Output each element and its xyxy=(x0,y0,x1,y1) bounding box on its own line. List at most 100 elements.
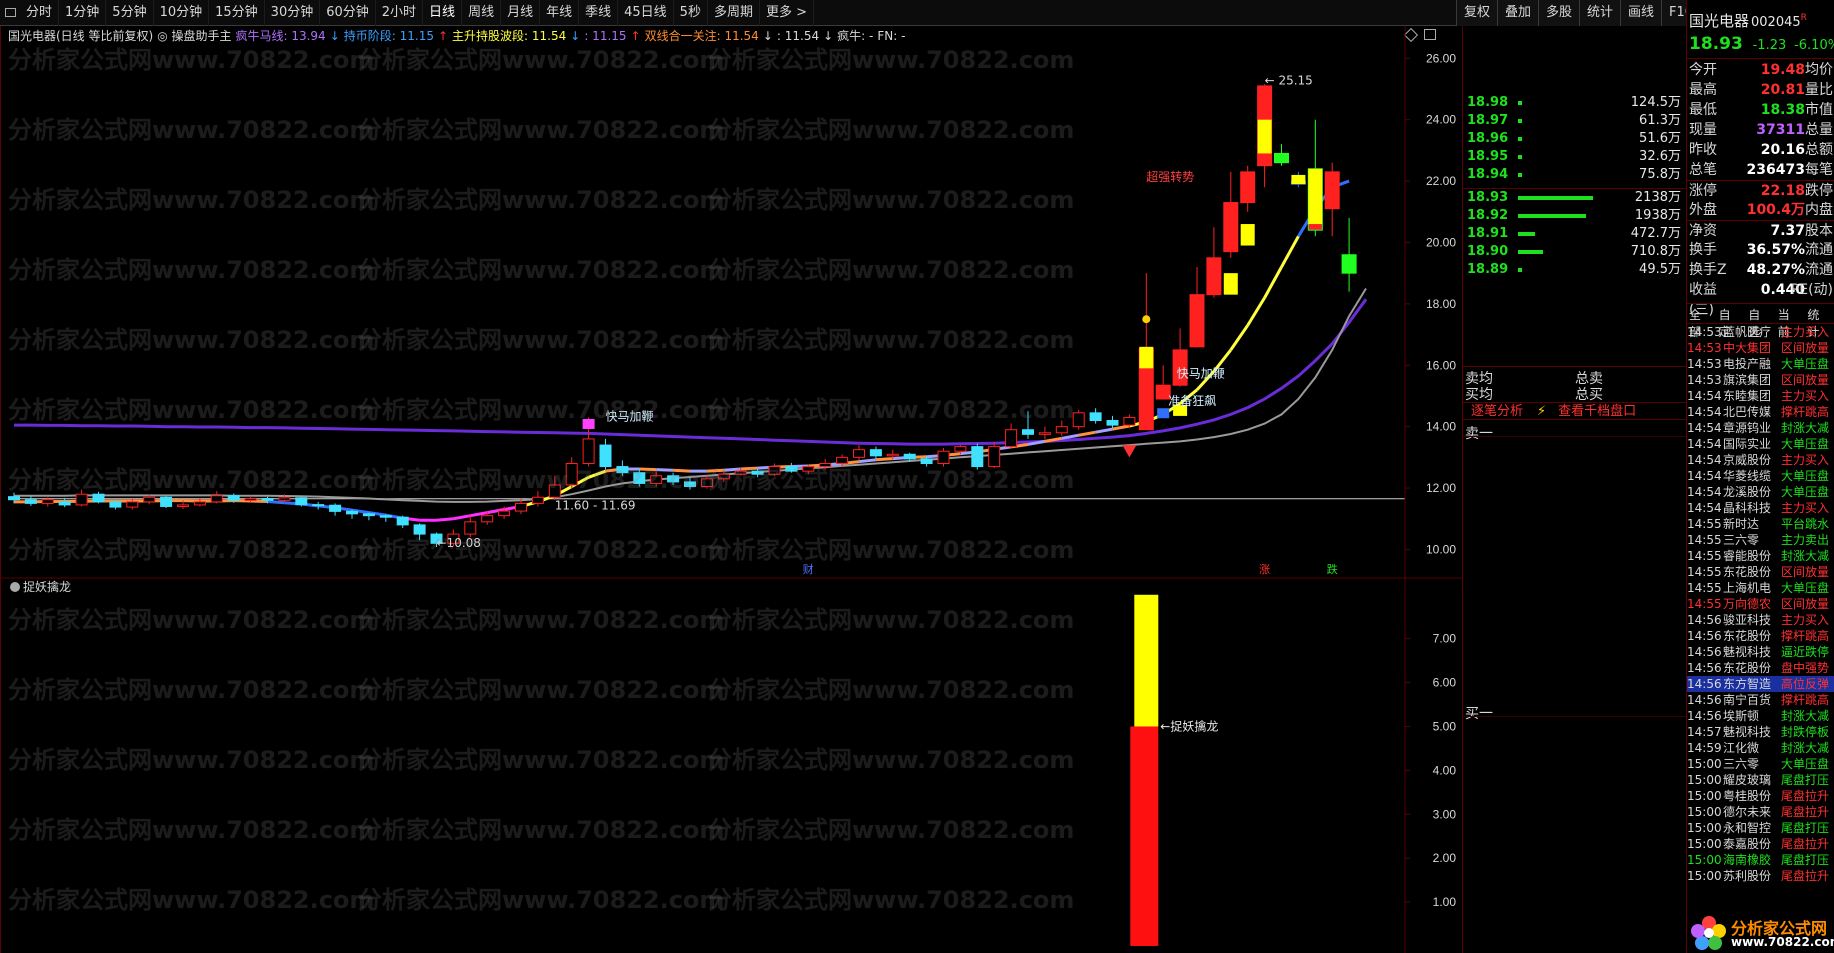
period-tab[interactable]: 45日线 xyxy=(618,0,674,26)
candle[interactable] xyxy=(312,501,325,510)
candle[interactable] xyxy=(1089,408,1102,424)
candle[interactable] xyxy=(1106,415,1119,429)
orderbook-row[interactable]: 18.91 472.7万 xyxy=(1463,225,1687,243)
orderbook-row[interactable]: 18.94 75.8万 xyxy=(1463,166,1687,184)
candle[interactable] xyxy=(1324,162,1340,237)
candle[interactable] xyxy=(362,512,375,521)
period-tab[interactable]: 10分钟 xyxy=(154,0,210,26)
candle[interactable] xyxy=(1072,409,1085,430)
feed-row[interactable]: 14:54 晶科科技 主力买入 xyxy=(1687,500,1834,516)
feed-row[interactable]: 15:00 耀皮玻璃 尾盘打压 xyxy=(1687,772,1834,788)
candle[interactable] xyxy=(329,503,342,516)
feed-row[interactable]: 14:59 江化微 封涨大减 xyxy=(1687,740,1834,756)
sub-chart-title[interactable]: 捉妖擒龙 xyxy=(10,578,71,595)
feed-row[interactable]: 14:57 魅视科技 封跌停板 xyxy=(1687,724,1834,740)
candle[interactable] xyxy=(1341,217,1357,292)
candle[interactable] xyxy=(988,442,1001,469)
feed-row[interactable]: 14:54 龙溪股份 大单压盘 xyxy=(1687,484,1834,500)
feed-row[interactable]: 14:55 三六零 主力卖出 xyxy=(1687,532,1834,548)
period-tab[interactable]: 30分钟 xyxy=(265,0,321,26)
feed-row[interactable]: 14:54 国际实业 大单压盘 xyxy=(1687,436,1834,452)
feed-row[interactable]: 14:55 新时达 平台跳水 xyxy=(1687,516,1834,532)
candle[interactable] xyxy=(160,496,173,508)
feed-row[interactable]: 14:55 东花股份 区间放量 xyxy=(1687,564,1834,580)
feed-row[interactable]: 15:00 泰嘉股份 尾盘拉升 xyxy=(1687,836,1834,852)
period-tab[interactable]: 月线 xyxy=(501,0,541,26)
period-tab[interactable]: 更多 > xyxy=(760,0,814,26)
tool-button[interactable]: 复权 xyxy=(1455,0,1497,26)
period-tab[interactable]: 5分钟 xyxy=(106,0,154,26)
feed-row[interactable]: 14:53 蓝帆医疗 主力买入 xyxy=(1687,324,1834,340)
feed-row[interactable]: 14:54 北巴传媒 撑杆跳高 xyxy=(1687,404,1834,420)
candle[interactable] xyxy=(1005,423,1018,449)
feed-row[interactable]: 15:00 海南橡胶 尾盘打压 xyxy=(1687,852,1834,868)
candle[interactable] xyxy=(24,495,37,506)
feed-row[interactable]: 15:00 德尔未来 尾盘拉升 xyxy=(1687,804,1834,820)
candle[interactable] xyxy=(1223,171,1239,258)
orderbook-row[interactable]: 18.98 124.5万 xyxy=(1463,94,1687,112)
period-tab[interactable]: 多周期 xyxy=(708,0,760,26)
feed-row[interactable]: 14:56 东花股份 盘中强势 xyxy=(1687,660,1834,676)
candle[interactable] xyxy=(396,515,409,528)
candle[interactable] xyxy=(1206,227,1222,298)
feed-row[interactable]: 15:00 粤桂股份 尾盘拉升 xyxy=(1687,788,1834,804)
feed-row[interactable]: 14:54 华菱线缆 大单压盘 xyxy=(1687,468,1834,484)
feed-row[interactable]: 14:56 东花股份 撑杆跳高 xyxy=(1687,628,1834,644)
period-tab[interactable]: 年线 xyxy=(540,0,580,26)
candle[interactable] xyxy=(464,515,477,538)
orderbook-row[interactable]: 18.89 49.5万 xyxy=(1463,261,1687,279)
candle[interactable] xyxy=(937,448,950,467)
orderbook-row[interactable]: 18.95 32.6万 xyxy=(1463,148,1687,166)
period-tab[interactable]: 1分钟 xyxy=(59,0,107,26)
window-icon[interactable] xyxy=(0,0,20,26)
collapse-circle-icon[interactable] xyxy=(10,582,20,592)
feed-row[interactable]: 14:54 东睦集团 主力买入 xyxy=(1687,388,1834,404)
candle[interactable] xyxy=(1038,426,1051,439)
orderbook-row[interactable]: 18.97 61.3万 xyxy=(1463,112,1687,130)
tool-button[interactable]: 统计 xyxy=(1579,0,1621,26)
tab-depth[interactable]: 查看千档盘口 xyxy=(1558,403,1636,419)
candle[interactable] xyxy=(869,446,882,459)
feed-row[interactable]: 14:56 东方智造 高位反弹 xyxy=(1687,676,1834,692)
feed-row[interactable]: 14:56 埃斯顿 封涨大减 xyxy=(1687,708,1834,724)
orderbook-row[interactable]: 18.96 51.6万 xyxy=(1463,130,1687,148)
feed-row[interactable]: 14:56 南宁百货 撑杆跳高 xyxy=(1687,692,1834,708)
period-tab[interactable]: 15分钟 xyxy=(209,0,265,26)
feed-row[interactable]: 14:53 旗滨集团 区间放量 xyxy=(1687,372,1834,388)
feed-row[interactable]: 14:54 京威股份 主力买入 xyxy=(1687,452,1834,468)
orderbook-row[interactable]: 18.92 1938万 xyxy=(1463,207,1687,225)
orderbook-row[interactable]: 18.93 2138万 xyxy=(1463,189,1687,207)
feed-row[interactable]: 14:54 章源钨业 封涨大减 xyxy=(1687,420,1834,436)
period-tab[interactable]: 2小时 xyxy=(376,0,424,26)
orderbook-row[interactable]: 18.90 710.8万 xyxy=(1463,243,1687,261)
period-tab[interactable]: 日线 xyxy=(423,0,463,26)
period-tab[interactable]: 5秒 xyxy=(674,0,708,26)
period-tab[interactable]: 季线 xyxy=(579,0,619,26)
period-tab[interactable]: 分时 xyxy=(20,0,60,26)
candle[interactable] xyxy=(295,496,308,507)
feed-stock: 泰嘉股份 xyxy=(1723,837,1772,851)
tool-button[interactable]: 画线 xyxy=(1620,0,1662,26)
candle[interactable] xyxy=(1189,267,1205,348)
feed-row[interactable]: 15:00 永和智控 尾盘打压 xyxy=(1687,820,1834,836)
feed-row[interactable]: 14:55 睿能股份 封涨大减 xyxy=(1687,548,1834,564)
feed-row[interactable]: 14:56 魅视科技 逼近跌停 xyxy=(1687,644,1834,660)
tab-tick-analysis[interactable]: 逐笔分析 xyxy=(1471,403,1523,419)
candle[interactable] xyxy=(853,445,865,461)
candle[interactable] xyxy=(346,509,358,519)
candle[interactable] xyxy=(1240,165,1256,212)
feed-row[interactable]: 14:53 电投产融 大单压盘 xyxy=(1687,356,1834,372)
candle[interactable] xyxy=(1274,144,1289,166)
period-tab[interactable]: 60分钟 xyxy=(320,0,376,26)
feed-row[interactable]: 14:56 骏亚科技 主力买入 xyxy=(1687,612,1834,628)
period-tab[interactable]: 周线 xyxy=(462,0,502,26)
feed-row[interactable]: 15:00 苏利股份 尾盘拉升 xyxy=(1687,868,1834,884)
tool-button[interactable]: 多股 xyxy=(1537,0,1579,26)
kline-chart[interactable]: ←10.0811.60 - 11.69← 25.15快马加鞭超强转势快马加鞭准备… xyxy=(0,26,1462,953)
feed-row[interactable]: 14:55 万向德农 区间放量 xyxy=(1687,596,1834,612)
tool-button[interactable]: 叠加 xyxy=(1496,0,1538,26)
feed-row[interactable]: 15:00 三六零 大单压盘 xyxy=(1687,756,1834,772)
candle[interactable] xyxy=(379,514,392,522)
feed-row[interactable]: 14:55 上海机电 大单压盘 xyxy=(1687,580,1834,596)
feed-row[interactable]: 14:53 中大集团 区间放量 xyxy=(1687,340,1834,356)
